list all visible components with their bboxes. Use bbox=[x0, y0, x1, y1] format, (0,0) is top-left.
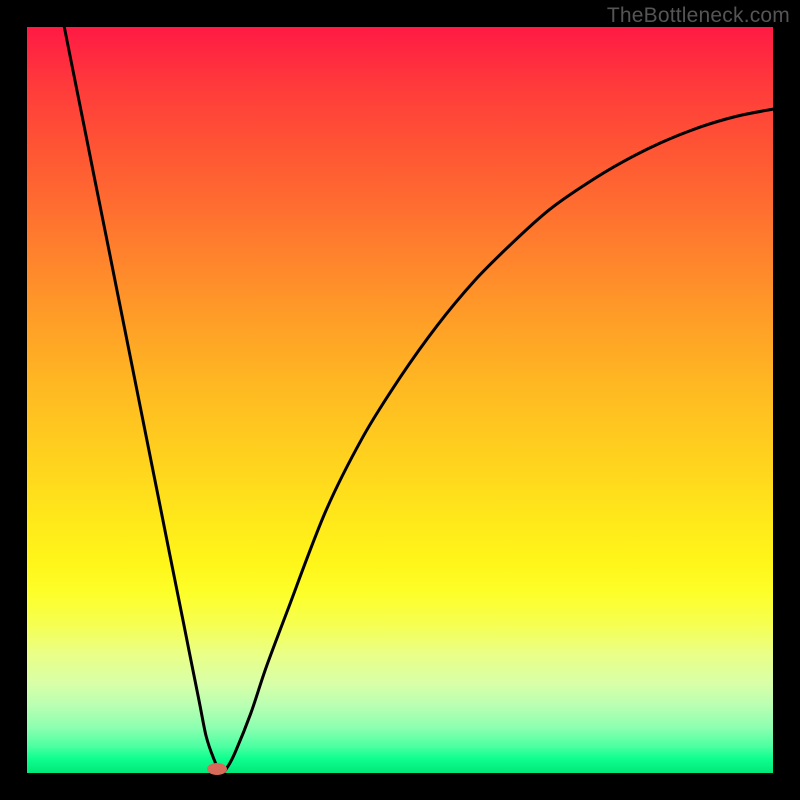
watermark-text: TheBottleneck.com bbox=[607, 4, 790, 28]
optimum-marker bbox=[207, 763, 227, 775]
bottleneck-curve bbox=[64, 27, 773, 773]
chart-area bbox=[27, 27, 773, 773]
chart-curve-layer bbox=[27, 27, 773, 773]
